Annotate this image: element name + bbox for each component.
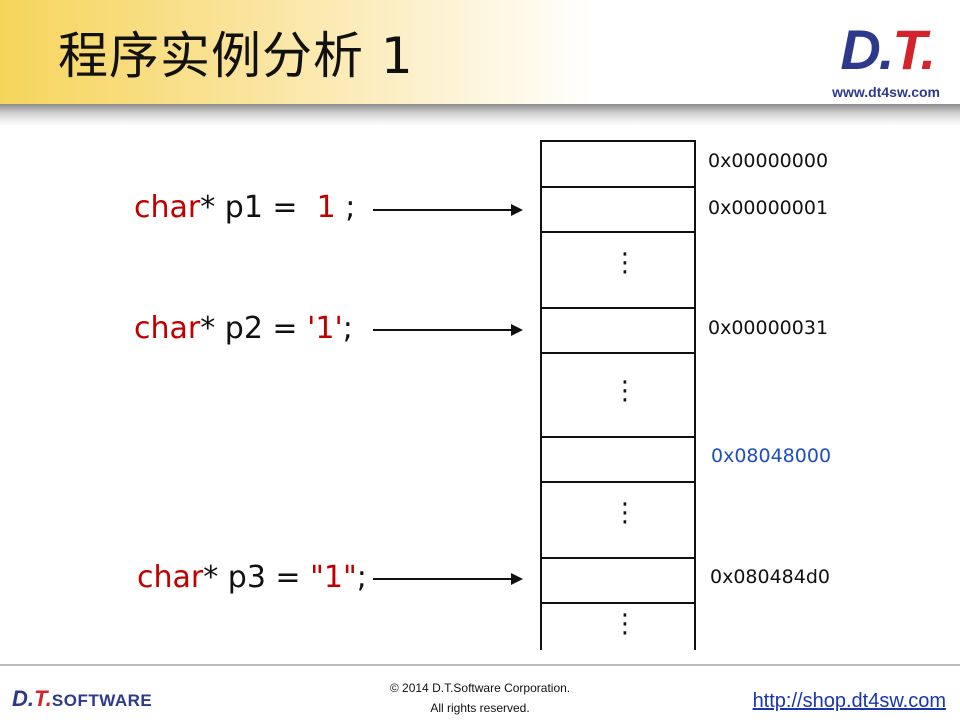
code-line-p3: char* p3 = "1"; [137,560,367,595]
memory-cell-divider [542,352,694,354]
ellipsis-icon: ⋮ [612,498,638,528]
memory-column: ⋮ ⋮ ⋮ ⋮ [540,140,696,650]
slide-title: 程序实例分析 1 [58,27,414,85]
ellipsis-icon: ⋮ [612,248,638,278]
arrow-p1 [373,204,523,216]
brand-logo-d: D. [840,18,894,81]
literal-value: '1' [307,311,343,346]
address-label: 0x00000000 [708,150,829,172]
keyword-char: char [137,560,204,595]
code-text: * p3 = [203,560,311,595]
arrow-p3 [373,573,523,585]
copyright-text: © 2014 D.T.Software Corporation. [389,681,571,695]
memory-cell-divider [542,307,694,309]
footer-logo-text: SOFTWARE [51,691,153,710]
literal-value: 1 [316,190,336,225]
keyword-char: char [134,190,201,225]
header-divider [0,104,960,126]
footer-logo-d: D. [12,686,34,711]
brand-logo: D.T. www.dt4sw.com [800,18,940,101]
memory-cell-divider [542,557,694,559]
shop-link[interactable]: http://shop.dt4sw.com [753,690,946,713]
address-label: 0x080484d0 [710,566,831,588]
memory-cell-divider [542,436,694,438]
memory-cell-divider [542,481,694,483]
ellipsis-icon: ⋮ [612,609,638,639]
footer-divider [0,664,960,666]
memory-cell-divider [542,186,694,188]
brand-logo-t: T. [892,18,936,81]
address-label: 0x00000001 [708,197,829,219]
brand-logo-mark: D.T. [840,18,936,81]
memory-cell-divider [542,231,694,233]
arrow-p2 [373,324,523,336]
footer-logo: D.T.SOFTWARE [12,686,152,712]
code-text: ; [335,190,356,225]
address-label-highlight: 0x08048000 [711,445,832,467]
code-text: ; [356,560,367,595]
address-label: 0x00000031 [708,317,829,339]
footer-logo-t: T. [34,686,52,711]
code-text: * p2 = [200,311,308,346]
brand-logo-url: www.dt4sw.com [832,84,940,100]
code-text: * p1 = [200,190,317,225]
literal-value: "1" [310,560,357,595]
keyword-char: char [134,311,201,346]
rights-text: All rights reserved. [430,701,530,715]
ellipsis-icon: ⋮ [612,376,638,406]
code-text: ; [342,311,353,346]
code-line-p1: char* p1 = 1 ; [134,190,355,225]
memory-cell-divider [542,602,694,604]
code-line-p2: char* p2 = '1'; [134,311,353,346]
